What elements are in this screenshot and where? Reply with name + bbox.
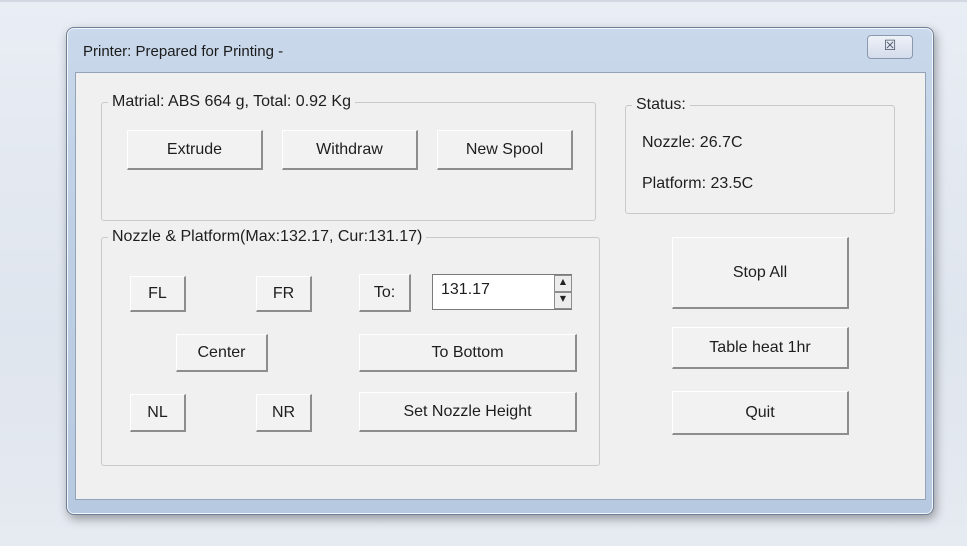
set-nozzle-height-button[interactable]: Set Nozzle Height (359, 392, 577, 432)
fl-label: FL (148, 284, 167, 302)
table-heat-button[interactable]: Table heat 1hr (672, 327, 849, 369)
nr-label: NR (271, 403, 296, 421)
printer-dialog-window: Printer: Prepared for Printing - ☒ Matri… (66, 27, 934, 515)
fl-button[interactable]: FL (130, 276, 186, 312)
dialog-client-area: Matrial: ABS 664 g, Total: 0.92 Kg Extru… (75, 72, 926, 500)
height-spinner-value[interactable]: 131.17 (441, 281, 490, 299)
to-label: To: (373, 283, 396, 301)
nr-button[interactable]: NR (256, 394, 312, 432)
center-button[interactable]: Center (176, 334, 268, 372)
stop-all-button[interactable]: Stop All (672, 237, 849, 309)
extrude-button[interactable]: Extrude (127, 130, 263, 170)
center-label: Center (197, 343, 246, 361)
withdraw-label: Withdraw (316, 140, 383, 158)
nozzle-platform-legend: Nozzle & Platform(Max:132.17, Cur:131.17… (112, 228, 423, 245)
quit-button[interactable]: Quit (672, 391, 849, 435)
status-group: Status: (625, 96, 895, 214)
spinner-arrows: ▲ ▼ (554, 275, 572, 309)
to-bottom-button[interactable]: To Bottom (359, 334, 577, 372)
spin-up-icon[interactable]: ▲ (554, 275, 572, 292)
extrude-label: Extrude (166, 140, 223, 158)
quit-label: Quit (745, 403, 775, 421)
new-spool-button[interactable]: New Spool (437, 130, 573, 170)
table-heat-label: Table heat 1hr (709, 338, 811, 356)
new-spool-label: New Spool (465, 140, 544, 158)
set-nozzle-height-label: Set Nozzle Height (403, 402, 532, 420)
fr-label: FR (272, 284, 295, 302)
to-bottom-label: To Bottom (431, 343, 504, 361)
stop-all-label: Stop All (732, 263, 788, 281)
withdraw-button[interactable]: Withdraw (282, 130, 418, 170)
fr-button[interactable]: FR (256, 276, 312, 312)
nozzle-temperature: Nozzle: 26.7C (642, 134, 743, 151)
title-bar: Printer: Prepared for Printing - ☒ (67, 28, 933, 72)
height-spinner[interactable]: 131.17 ▲ ▼ (432, 274, 572, 310)
desktop-edge (0, 0, 967, 2)
material-legend: Matrial: ABS 664 g, Total: 0.92 Kg (112, 93, 351, 110)
platform-temperature: Platform: 23.5C (642, 175, 754, 192)
window-title: Printer: Prepared for Printing - (83, 43, 284, 60)
close-button[interactable]: ☒ (867, 35, 913, 59)
spin-down-icon[interactable]: ▼ (554, 292, 572, 309)
close-icon: ☒ (883, 38, 897, 54)
nl-label: NL (147, 403, 168, 421)
to-button[interactable]: To: (359, 274, 411, 312)
status-legend: Status: (636, 96, 686, 113)
nl-button[interactable]: NL (130, 394, 186, 432)
